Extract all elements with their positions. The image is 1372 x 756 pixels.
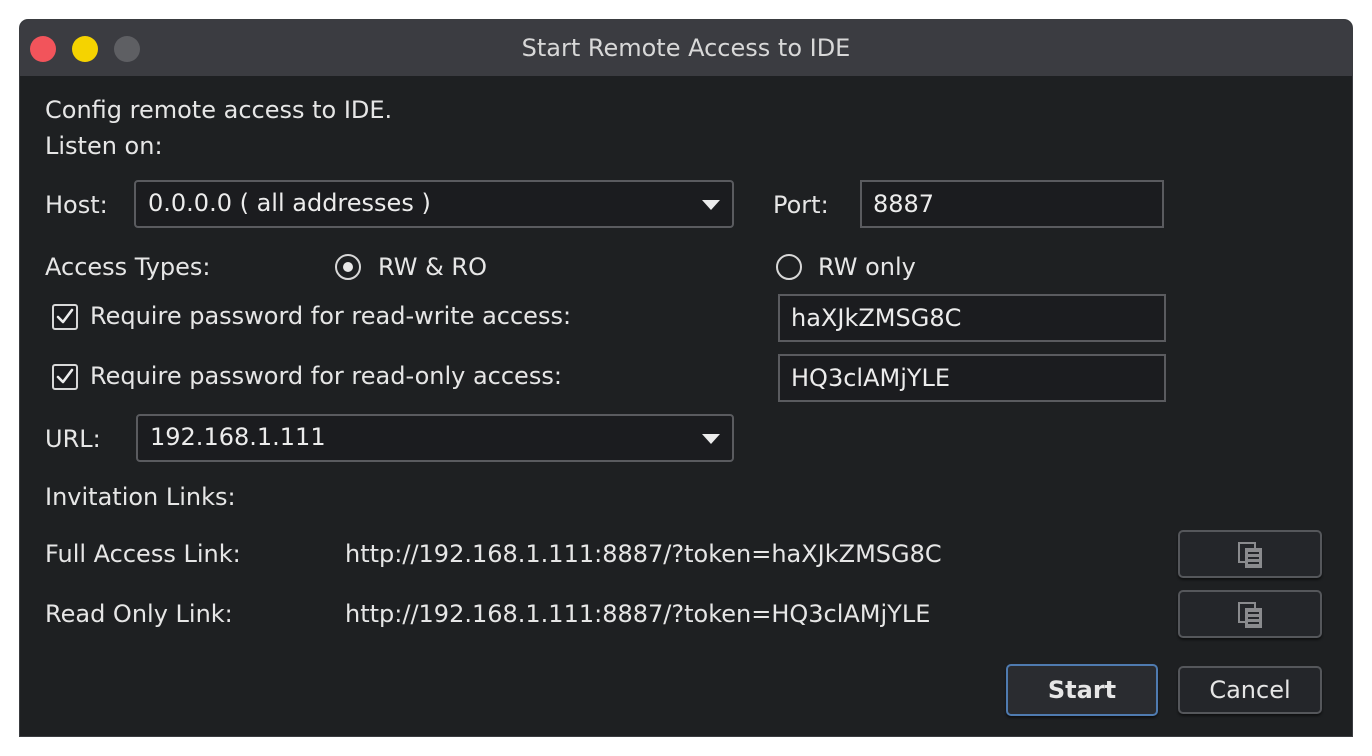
radio-selected-dot (343, 262, 353, 272)
copy-read-only-link-button[interactable] (1178, 590, 1322, 638)
window-title: Start Remote Access to IDE (521, 34, 851, 62)
port-input-value: 8887 (873, 190, 935, 218)
remote-access-dialog: Start Remote Access to IDE Config remote… (20, 20, 1352, 736)
url-label: URL: (45, 425, 101, 453)
rw-password-value: haXJkZMSG8C (791, 304, 962, 332)
copy-full-link-button[interactable] (1178, 530, 1322, 578)
listen-on-label: Listen on: (45, 132, 163, 160)
port-label: Port: (773, 191, 829, 219)
read-only-link-label: Read Only Link: (45, 600, 233, 628)
url-select[interactable]: 192.168.1.111 (136, 414, 734, 462)
ro-password-checkbox[interactable] (52, 364, 78, 390)
port-input[interactable]: 8887 (860, 180, 1164, 228)
ro-password-label[interactable]: Require password for read-only access: (90, 362, 562, 390)
invitation-links-heading: Invitation Links: (45, 483, 236, 511)
cancel-button[interactable]: Cancel (1178, 666, 1322, 714)
radio-rw-ro[interactable] (335, 254, 361, 280)
ro-password-value: HQ3clAMjYLE (791, 364, 951, 392)
cancel-button-label: Cancel (1209, 676, 1291, 704)
radio-rw-only[interactable] (776, 254, 802, 280)
host-label: Host: (45, 191, 108, 219)
copy-icon (1238, 602, 1262, 628)
rw-password-label[interactable]: Require password for read-write access: (90, 302, 571, 330)
start-button[interactable]: Start (1006, 664, 1158, 716)
access-types-label: Access Types: (45, 253, 211, 281)
chevron-down-icon (702, 434, 720, 444)
read-only-link[interactable]: http://192.168.1.111:8887/?token=HQ3clAM… (345, 600, 930, 628)
radio-rw-only-label[interactable]: RW only (818, 253, 916, 281)
copy-icon (1238, 542, 1262, 568)
full-access-link[interactable]: http://192.168.1.111:8887/?token=haXJkZM… (345, 540, 942, 568)
chevron-down-icon (702, 200, 720, 210)
host-select-value: 0.0.0.0 ( all addresses ) (148, 189, 431, 217)
url-select-value: 192.168.1.111 (150, 423, 326, 451)
rw-password-checkbox[interactable] (52, 304, 78, 330)
full-access-link-label: Full Access Link: (45, 540, 241, 568)
intro-text: Config remote access to IDE. (45, 96, 393, 124)
title-bar: Start Remote Access to IDE (20, 20, 1352, 76)
host-select[interactable]: 0.0.0.0 ( all addresses ) (134, 180, 734, 228)
checkmark-icon (56, 308, 74, 324)
start-button-label: Start (1047, 676, 1117, 704)
ro-password-input[interactable]: HQ3clAMjYLE (778, 354, 1166, 402)
rw-password-input[interactable]: haXJkZMSG8C (778, 294, 1166, 342)
radio-rw-ro-label[interactable]: RW & RO (378, 253, 487, 281)
checkmark-icon (56, 368, 74, 384)
